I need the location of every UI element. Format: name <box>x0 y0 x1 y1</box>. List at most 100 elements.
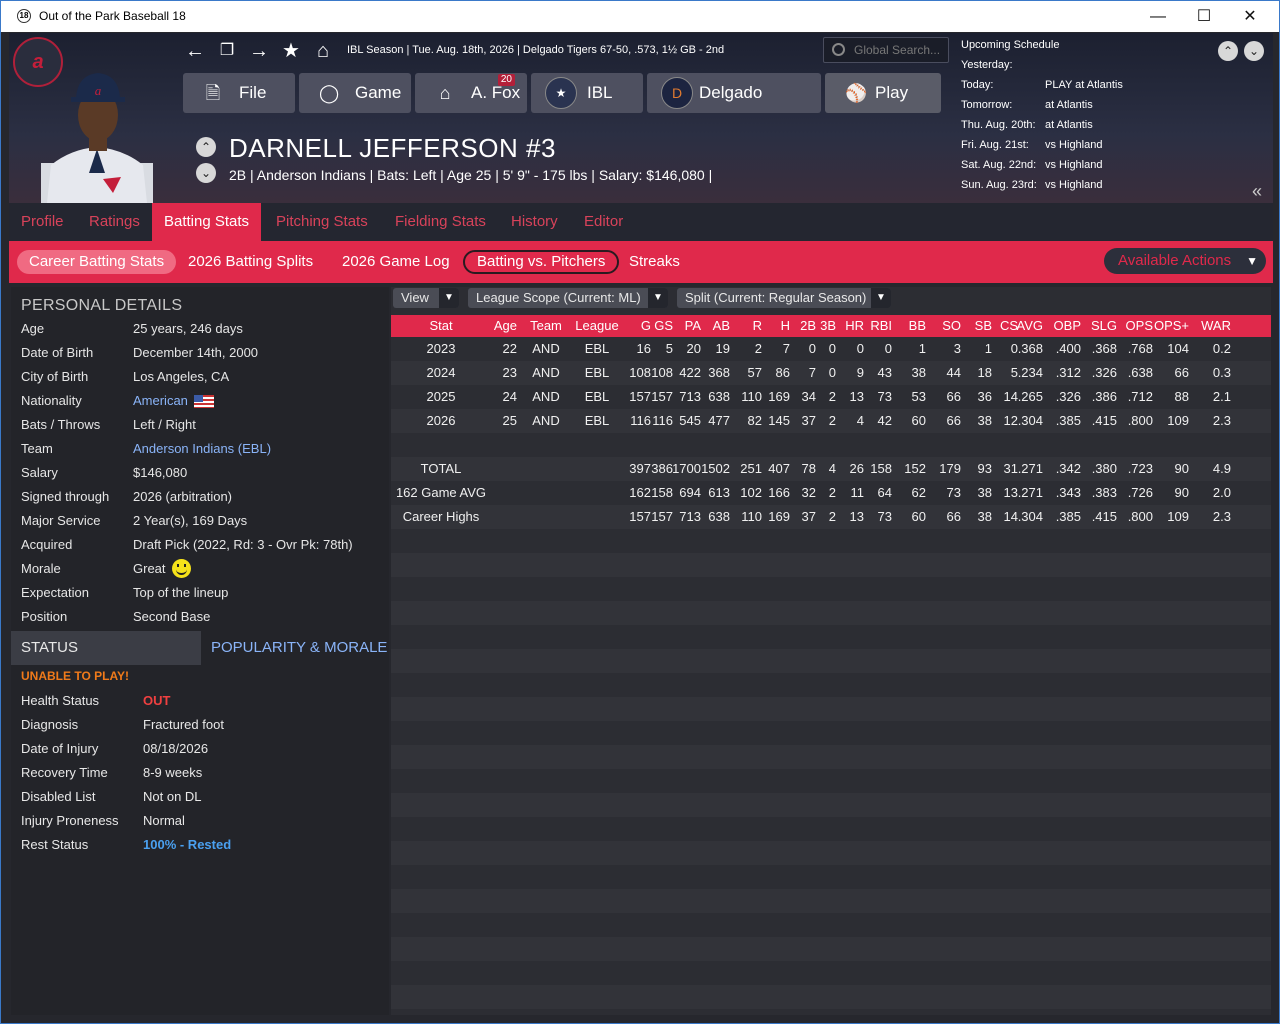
table-cell <box>522 505 570 529</box>
header: a a ← ❐ → ★ ⌂ IBL Season | Tue. Aug. 18t… <box>9 33 1273 203</box>
detail-value: 25 years, 246 days <box>133 321 243 336</box>
manager-menu-button[interactable]: ⌂ A. Fox 20 <box>415 73 527 113</box>
table-cell: 2.0 <box>1212 485 1231 500</box>
table-cell: 60 <box>911 413 926 428</box>
table-row: 2025 24 AND EBL 157 157 713 638 110 169 34 2 13 73 53 6… <box>391 385 1271 409</box>
subtab-streaks[interactable]: Streaks <box>617 250 692 274</box>
table-cell: .723 <box>1127 461 1153 476</box>
column-header[interactable]: WAR <box>1191 315 1231 337</box>
status-label: Diagnosis <box>21 717 79 732</box>
schedule-day: Yesterday: <box>961 59 1013 71</box>
schedule-down-icon[interactable]: ⌄ <box>1244 41 1264 61</box>
schedule-opponent[interactable]: vs Highland <box>1045 159 1102 171</box>
team-link[interactable]: Anderson Indians (EBL) <box>133 437 271 461</box>
schedule-row: Today: PLAY at Atlantis <box>961 79 1211 93</box>
subtab-batting-splits[interactable]: 2026 Batting Splits <box>176 250 325 274</box>
forward-arrow-icon[interactable]: → <box>247 39 271 63</box>
nationality-link[interactable]: American <box>133 389 214 413</box>
table-cell <box>522 457 570 481</box>
tab-profile[interactable]: Profile <box>9 203 76 241</box>
detail-label: Date of Birth <box>21 345 94 360</box>
column-header[interactable]: OPS <box>1113 315 1153 337</box>
baseball-icon: ⚾ <box>845 83 868 103</box>
tab-status[interactable]: STATUS <box>11 631 201 665</box>
schedule-row: Sat. Aug. 22nd: vs Highland <box>961 159 1211 173</box>
league-scope-dropdown[interactable]: League Scope (Current: ML) ▼ <box>468 288 668 308</box>
empty-row <box>391 649 1271 673</box>
column-header[interactable]: BB <box>886 315 926 337</box>
subtab-game-log[interactable]: 2026 Game Log <box>330 250 462 274</box>
team-label: Delgado <box>699 83 763 102</box>
chevron-down-icon: ▼ <box>439 288 459 308</box>
stats-table-header: Stat Age Team League G GS PA AB R H 2B 3B HR RBI BB SO S… <box>391 315 1271 337</box>
tab-ratings[interactable]: Ratings <box>77 203 152 241</box>
table-cell: AND <box>532 389 560 404</box>
table-cell: 109 <box>1167 509 1189 524</box>
column-header[interactable]: Team <box>522 315 570 337</box>
subtab-batting-vs-pitchers[interactable]: Batting vs. Pitchers <box>463 250 620 274</box>
schedule-opponent[interactable]: at Atlantis <box>1045 119 1093 131</box>
status-value: 8-9 weeks <box>143 765 203 780</box>
maximize-button[interactable]: ☐ <box>1181 1 1227 32</box>
tab-editor[interactable]: Editor <box>572 203 635 241</box>
tab-fielding-stats[interactable]: Fielding Stats <box>383 203 498 241</box>
table-cell: AND <box>532 413 560 428</box>
left-panel: PERSONAL DETAILS Age 25 years, 246 days D… <box>11 287 389 1015</box>
minimize-button[interactable]: — <box>1135 1 1181 32</box>
table-cell: 88 <box>1174 389 1189 404</box>
detail-label: Signed through <box>21 489 110 504</box>
available-actions-dropdown[interactable]: Available Actions ▼ <box>1104 248 1266 274</box>
empty-row <box>391 721 1271 745</box>
play-button[interactable]: ⚾ Play <box>825 73 941 113</box>
detail-row: Acquired Draft Pick (2022, Rd: 3 - Ovr Pk… <box>21 533 389 557</box>
schedule-opponent[interactable]: vs Highland <box>1045 179 1102 191</box>
schedule-opponent[interactable]: vs Highland <box>1045 139 1102 151</box>
view-dropdown[interactable]: View ▼ <box>393 288 459 308</box>
rest-status-value: 100% - Rested <box>143 837 232 852</box>
table-cell: .726 <box>1127 485 1153 500</box>
close-button[interactable]: ✕ <box>1227 1 1273 32</box>
tab-batting-stats[interactable]: Batting Stats <box>152 203 262 241</box>
collapse-panel-icon[interactable]: « <box>1252 181 1262 202</box>
tab-popularity-morale[interactable]: POPULARITY & MORALE <box>201 631 389 665</box>
schedule-day: Fri. Aug. 21st: <box>961 139 1029 151</box>
table-cell: 152 <box>904 461 926 476</box>
schedule-opponent[interactable]: PLAY at Atlantis <box>1045 79 1123 91</box>
tab-history[interactable]: History <box>499 203 570 241</box>
column-header[interactable]: OPS+ <box>1149 315 1189 337</box>
empty-row <box>391 577 1271 601</box>
previous-player-icon[interactable]: ⌃ <box>196 137 216 157</box>
game-menu-button[interactable]: ◯ Game <box>299 73 411 113</box>
available-actions-label: Available Actions <box>1118 252 1232 269</box>
league-menu-button[interactable]: ★ IBL <box>531 73 643 113</box>
table-cell <box>1149 433 1189 457</box>
table-cell: .342 <box>1055 461 1081 476</box>
back-arrow-icon[interactable]: ← <box>183 39 207 63</box>
detail-row: Salary $146,080 <box>21 461 389 485</box>
column-header[interactable]: Stat <box>391 315 491 337</box>
copy-icon[interactable]: ❐ <box>215 39 239 63</box>
next-player-icon[interactable]: ⌄ <box>196 163 216 183</box>
home-icon[interactable]: ⌂ <box>311 39 335 63</box>
column-header[interactable]: OBP <box>1041 315 1081 337</box>
tab-pitching-stats[interactable]: Pitching Stats <box>264 203 380 241</box>
table-cell: 2025 <box>426 389 456 404</box>
split-dropdown[interactable]: Split (Current: Regular Season) ▼ <box>677 288 891 308</box>
table-cell: .380 <box>1091 461 1117 476</box>
schedule-row: Tomorrow: at Atlantis <box>961 99 1211 113</box>
file-menu-button[interactable]: 🗎 File <box>183 73 295 113</box>
status-label: Injury Proneness <box>21 813 119 828</box>
subtab-career-batting-stats[interactable]: Career Batting Stats <box>17 250 177 274</box>
column-header[interactable]: AVG <box>1003 315 1044 337</box>
detail-label: Morale <box>21 561 61 576</box>
column-header[interactable]: SLG <box>1077 315 1117 337</box>
global-search-input[interactable]: Global Search... <box>823 37 949 63</box>
team-menu-button[interactable]: D Delgado <box>647 73 821 113</box>
status-label: Rest Status <box>21 837 89 852</box>
schedule-opponent[interactable]: at Atlantis <box>1045 99 1093 111</box>
column-header[interactable]: Age <box>477 315 517 337</box>
team-logo-icon: D <box>661 77 693 109</box>
star-icon[interactable]: ★ <box>279 39 303 63</box>
schedule-up-icon[interactable]: ⌃ <box>1218 41 1238 61</box>
detail-label: City of Birth <box>21 369 89 384</box>
